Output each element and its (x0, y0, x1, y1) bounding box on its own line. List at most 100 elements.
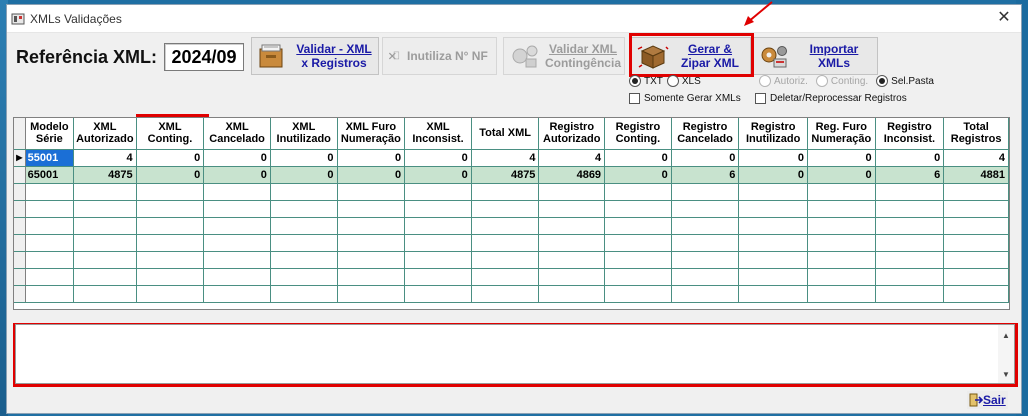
table-cell[interactable] (25, 268, 75, 286)
table-cell[interactable] (943, 285, 1009, 303)
table-row[interactable] (14, 217, 1009, 235)
radio-xls[interactable] (666, 75, 679, 87)
table-cell[interactable] (738, 234, 808, 252)
table-row[interactable] (14, 251, 1009, 269)
table-cell[interactable]: 6 (671, 166, 740, 184)
table-cell[interactable]: 4 (538, 149, 606, 167)
table-cell[interactable] (471, 183, 540, 201)
table-cell[interactable] (807, 251, 876, 269)
column-header[interactable]: Modelo Série (25, 118, 75, 150)
table-cell[interactable] (471, 285, 540, 303)
table-cell[interactable] (943, 268, 1009, 286)
table-cell[interactable] (671, 217, 740, 235)
table-cell[interactable] (73, 183, 137, 201)
deletar-reprocessar-option[interactable]: Deletar/Reprocessar Registros (755, 93, 907, 104)
table-cell[interactable] (471, 251, 540, 269)
table-cell[interactable]: 4 (943, 149, 1009, 167)
table-cell[interactable]: 0 (203, 166, 271, 184)
table-cell[interactable]: 4875 (471, 166, 540, 184)
column-header[interactable]: Registro Conting. (604, 118, 672, 150)
column-header[interactable]: Registro Inconsist. (875, 118, 945, 150)
deletar-reprocessar-checkbox[interactable] (755, 93, 766, 104)
table-cell[interactable] (73, 268, 137, 286)
log-memo[interactable]: ▲ ▼ (15, 324, 1015, 384)
table-cell[interactable] (604, 268, 672, 286)
column-header[interactable]: XML Furo Numeração (337, 118, 406, 150)
column-header[interactable]: XML Conting. (136, 118, 205, 150)
column-header[interactable]: Registro Autorizado (538, 118, 606, 150)
table-cell[interactable] (136, 217, 205, 235)
validation-grid[interactable]: Modelo Série XML Autorizado XML Conting. XML Ca… (13, 117, 1010, 310)
table-cell[interactable]: 0 (404, 149, 472, 167)
table-cell[interactable]: 65001 (25, 166, 75, 184)
table-cell[interactable] (671, 285, 740, 303)
table-cell[interactable] (738, 268, 808, 286)
table-cell[interactable] (203, 234, 271, 252)
table-cell[interactable]: 0 (136, 149, 205, 167)
table-cell[interactable]: 4 (471, 149, 540, 167)
table-cell[interactable] (73, 285, 137, 303)
table-cell[interactable]: 0 (738, 149, 808, 167)
table-cell[interactable] (136, 183, 205, 201)
table-cell[interactable] (73, 234, 137, 252)
radio-autoriz[interactable] (759, 75, 771, 87)
table-cell[interactable] (875, 217, 945, 235)
table-cell[interactable] (73, 251, 137, 269)
table-cell[interactable] (738, 183, 808, 201)
sair-button[interactable]: Sair (967, 391, 1008, 409)
scroll-up-icon[interactable]: ▲ (998, 331, 1014, 340)
table-cell[interactable] (25, 251, 75, 269)
table-cell[interactable] (25, 285, 75, 303)
somente-gerar-checkbox[interactable] (629, 93, 640, 104)
table-cell[interactable] (404, 234, 472, 252)
column-header[interactable]: Registro Inutilizado (738, 118, 808, 150)
table-cell[interactable] (404, 200, 472, 218)
table-cell[interactable] (404, 217, 472, 235)
table-cell[interactable] (404, 251, 472, 269)
table-cell[interactable] (807, 200, 876, 218)
table-cell[interactable] (807, 217, 876, 235)
table-cell[interactable] (471, 234, 540, 252)
table-cell[interactable] (203, 251, 271, 269)
table-cell[interactable] (538, 251, 606, 269)
table-cell[interactable] (671, 234, 740, 252)
table-cell[interactable] (604, 200, 672, 218)
table-cell[interactable] (671, 268, 740, 286)
table-cell[interactable] (471, 200, 540, 218)
table-row[interactable]: ▶ 55001 4 0 0 0 0 0 4 4 0 0 0 0 0 4 (14, 149, 1009, 167)
table-cell[interactable] (875, 234, 945, 252)
column-header[interactable]: Total Registros (943, 118, 1009, 150)
table-cell[interactable] (337, 183, 406, 201)
table-cell[interactable] (337, 234, 406, 252)
table-cell[interactable]: 0 (738, 166, 808, 184)
table-cell[interactable] (738, 285, 808, 303)
table-cell[interactable] (538, 234, 606, 252)
table-cell[interactable]: 6 (875, 166, 945, 184)
close-icon[interactable]: ✕ (995, 9, 1013, 27)
table-row[interactable] (14, 268, 1009, 286)
table-cell[interactable]: 0 (136, 166, 205, 184)
table-row[interactable] (14, 200, 1009, 218)
radio-conting[interactable] (815, 75, 828, 87)
table-cell[interactable]: 0 (337, 149, 406, 167)
table-cell[interactable] (738, 251, 808, 269)
table-cell[interactable] (943, 183, 1009, 201)
table-cell[interactable] (807, 234, 876, 252)
table-cell[interactable]: 0 (671, 149, 740, 167)
table-cell[interactable]: 0 (270, 166, 338, 184)
validar-xml-contingencia-button[interactable]: Validar XML Contingência (503, 37, 625, 75)
column-header[interactable]: XML Autorizado (73, 118, 137, 150)
table-cell[interactable] (270, 234, 338, 252)
table-row[interactable] (14, 285, 1009, 303)
table-cell[interactable] (538, 268, 606, 286)
table-cell[interactable]: 4869 (538, 166, 606, 184)
table-cell[interactable]: 55001 (25, 149, 75, 167)
table-cell[interactable] (25, 234, 75, 252)
table-cell[interactable] (671, 200, 740, 218)
table-cell[interactable] (875, 200, 945, 218)
table-row[interactable] (14, 234, 1009, 252)
column-header[interactable]: Registro Cancelado (671, 118, 740, 150)
table-cell[interactable] (604, 183, 672, 201)
table-cell[interactable] (136, 285, 205, 303)
table-cell[interactable] (404, 268, 472, 286)
